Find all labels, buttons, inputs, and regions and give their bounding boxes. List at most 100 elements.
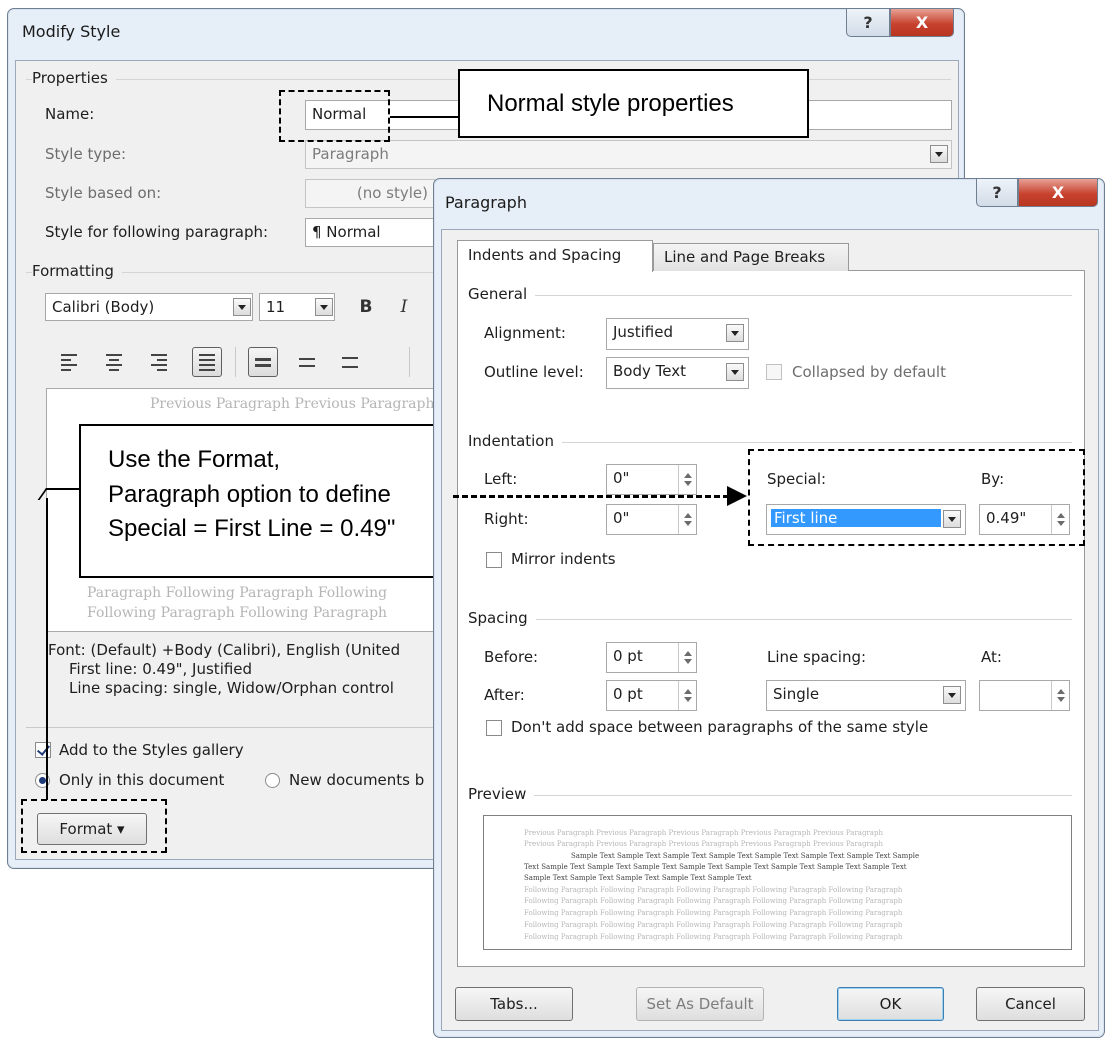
help-button[interactable]: ? <box>846 9 890 37</box>
ok-button[interactable]: OK <box>837 987 944 1021</box>
double-spacing-icon[interactable] <box>337 349 363 375</box>
tabs-button[interactable]: Tabs... <box>455 987 573 1021</box>
tab-indents-spacing[interactable]: Indents and Spacing <box>457 240 653 272</box>
connector-arrow <box>453 495 729 498</box>
based-on-label: Style based on: <box>45 184 162 202</box>
preview-sample: Sample Text Sample Text Sample Text Samp… <box>524 874 752 882</box>
line-spacing-dropdown[interactable] <box>943 686 961 704</box>
callout-normal-props: Normal style properties <box>458 69 809 138</box>
line-spacing-label: Line spacing: <box>767 648 867 666</box>
connector-line <box>62 488 80 490</box>
close-button[interactable]: X <box>1018 179 1098 207</box>
size-dropdown[interactable] <box>315 298 333 316</box>
dialog-title: Modify Style <box>22 22 121 41</box>
dont-add-space-checkbox[interactable] <box>486 720 502 736</box>
cancel-button[interactable]: Cancel <box>976 987 1085 1021</box>
divider <box>472 619 1072 620</box>
following-select[interactable]: ¶ Normal <box>305 218 435 247</box>
divider <box>409 347 410 377</box>
close-button[interactable]: X <box>890 9 954 37</box>
add-gallery-checkbox[interactable] <box>35 742 51 758</box>
paragraph-body: Indents and Spacing Line and Page Breaks… <box>441 229 1099 1031</box>
callout-text: Use the Format, <box>108 446 281 473</box>
chevron-down-icon <box>935 151 943 157</box>
right-spinner[interactable] <box>678 505 696 534</box>
preview-sample: Text Sample Text Sample Text Sample Text… <box>524 863 907 871</box>
chevron-down-icon <box>948 692 956 698</box>
before-label: Before: <box>484 648 539 666</box>
help-icon: ? <box>863 13 873 32</box>
italic-button[interactable]: I <box>391 294 417 320</box>
align-center-icon[interactable] <box>101 349 127 375</box>
at-spinner[interactable] <box>1051 681 1069 710</box>
chevron-down-icon <box>731 330 739 336</box>
preview-sample: Sample Text Sample Text Sample Text Samp… <box>571 852 920 860</box>
style-description: Line spacing: single, Widow/Orphan contr… <box>69 679 394 697</box>
preview-heading: Preview <box>468 785 535 803</box>
new-documents-radio[interactable] <box>265 773 280 788</box>
preview-following: Following Paragraph Following Paragraph … <box>524 897 903 905</box>
collapsed-checkbox[interactable] <box>766 364 782 380</box>
right-label: Right: <box>484 510 529 528</box>
callout-text: Paragraph option to define <box>108 481 391 508</box>
style-type-select[interactable]: Paragraph <box>305 140 952 169</box>
callout-use-format: Use the Format, Paragraph option to defi… <box>79 424 453 578</box>
arrow-down-icon <box>1056 697 1065 702</box>
preview-following: Following Paragraph Following Paragraph … <box>524 909 903 917</box>
after-spinner[interactable] <box>678 681 696 710</box>
help-icon: ? <box>992 183 1002 202</box>
bold-button[interactable]: B <box>353 294 379 320</box>
align-left-icon[interactable] <box>56 349 82 375</box>
single-spacing-icon[interactable] <box>248 347 278 377</box>
style-description: Font: (Default) +Body (Calibri), English… <box>48 641 401 659</box>
general-heading: General <box>468 285 536 303</box>
mirror-checkbox[interactable] <box>486 552 502 568</box>
arrow-down-icon <box>683 659 692 664</box>
add-gallery-label: Add to the Styles gallery <box>59 741 244 759</box>
divider <box>472 442 1072 443</box>
help-button[interactable]: ? <box>976 179 1018 207</box>
style-description: First line: 0.49", Justified <box>69 660 253 678</box>
chevron-down-icon <box>320 304 328 310</box>
set-default-button[interactable]: Set As Default <box>636 987 764 1021</box>
line-spacing-select[interactable]: Single <box>766 680 966 711</box>
based-on-select[interactable]: (no style) <box>305 179 435 208</box>
tab-line-page-breaks[interactable]: Line and Page Breaks <box>653 243 849 271</box>
style-type-dropdown[interactable] <box>930 145 948 163</box>
arrow-up-icon <box>683 473 692 478</box>
callout-text: Normal style properties <box>487 90 734 117</box>
justify-icon[interactable] <box>192 347 222 377</box>
left-spinner[interactable] <box>678 465 696 494</box>
font-dropdown[interactable] <box>233 298 251 316</box>
before-spinner[interactable] <box>678 643 696 672</box>
one-half-spacing-icon[interactable] <box>294 349 320 375</box>
chevron-down-icon <box>731 369 739 375</box>
outline-label: Outline level: <box>484 363 584 381</box>
arrow-up-icon <box>683 651 692 656</box>
arrow-down-icon <box>683 521 692 526</box>
arrow-up-icon <box>683 689 692 694</box>
indentation-heading: Indentation <box>468 432 562 450</box>
connector-line <box>390 116 460 118</box>
name-label: Name: <box>45 105 95 123</box>
font-select[interactable]: Calibri (Body) <box>45 293 253 321</box>
tab-label: Indents and Spacing <box>468 246 622 264</box>
preview-following: Following Paragraph Following Paragraph <box>87 605 388 621</box>
arrow-down-icon <box>683 697 692 702</box>
paragraph-dialog: Paragraph ? X Indents and Spacing Line a… <box>433 178 1105 1038</box>
alignment-dropdown[interactable] <box>726 324 744 342</box>
connector-line <box>46 498 48 800</box>
outline-dropdown[interactable] <box>726 363 744 381</box>
left-label: Left: <box>484 470 518 488</box>
preview-following: Following Paragraph Following Paragraph … <box>524 933 903 941</box>
preview-previous: Previous Paragraph Previous Paragraph Pr… <box>524 829 883 837</box>
spacing-heading: Spacing <box>468 609 536 627</box>
only-document-label: Only in this document <box>59 771 225 789</box>
arrow-down-icon <box>683 481 692 486</box>
preview-previous: Previous Paragraph Previous Paragraph Pr… <box>524 840 883 848</box>
divider <box>235 347 236 377</box>
close-icon: X <box>1051 183 1065 202</box>
format-highlight <box>21 799 167 853</box>
arrow-head-icon <box>727 486 747 506</box>
align-right-icon[interactable] <box>146 349 172 375</box>
